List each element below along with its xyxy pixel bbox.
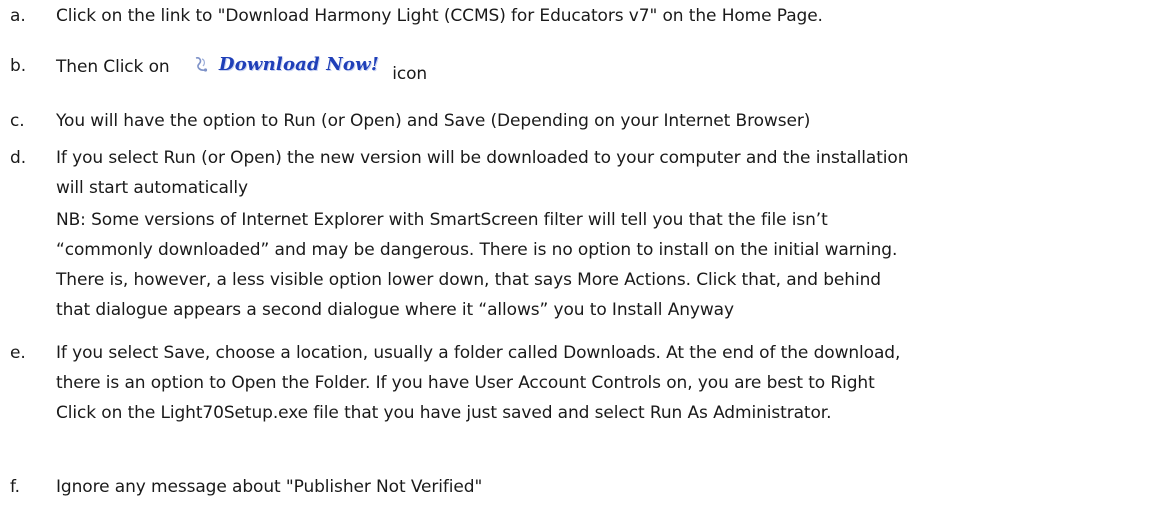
step-note-line: that dialogue appears a second dialogue … — [56, 300, 734, 320]
step-letter: d. — [10, 148, 26, 168]
instruction-document: a. Click on the link to "Download Harmon… — [0, 0, 1164, 510]
step-text-line: will start automatically — [56, 178, 248, 198]
step-letter: a. — [10, 6, 26, 26]
step-text-after: icon — [392, 64, 428, 84]
step-text: You will have the option to Run (or Open… — [56, 111, 811, 131]
step-note-line: “commonly downloaded” and may be dangero… — [56, 240, 898, 260]
download-now-label: Download Now! — [218, 54, 379, 75]
swirl-icon — [195, 57, 208, 72]
step-text-line: there is an option to Open the Folder. I… — [56, 373, 875, 393]
step-letter: e. — [10, 343, 26, 363]
step-note-line: There is, however, a less visible option… — [56, 270, 881, 290]
step-b: b. Then Click on Download Now! icon — [0, 43, 1164, 87]
step-text: Ignore any message about "Publisher Not … — [56, 477, 483, 497]
step-letter: c. — [10, 111, 25, 131]
step-text: Click on the link to "Download Harmony L… — [56, 6, 823, 26]
step-text-line: If you select Save, choose a location, u… — [56, 343, 901, 363]
step-letter: b. — [10, 56, 26, 76]
step-text-line: Click on the Light70Setup.exe file that … — [56, 403, 832, 423]
step-text: Then Click on Download Now! icon — [56, 51, 428, 84]
step-text-line: If you select Run (or Open) the new vers… — [56, 148, 909, 168]
step-letter: f. — [10, 477, 20, 497]
download-now-button[interactable]: Download Now! — [193, 51, 379, 79]
step-note-line: NB: Some versions of Internet Explorer w… — [56, 210, 828, 230]
step-text-before: Then Click on — [56, 57, 170, 77]
